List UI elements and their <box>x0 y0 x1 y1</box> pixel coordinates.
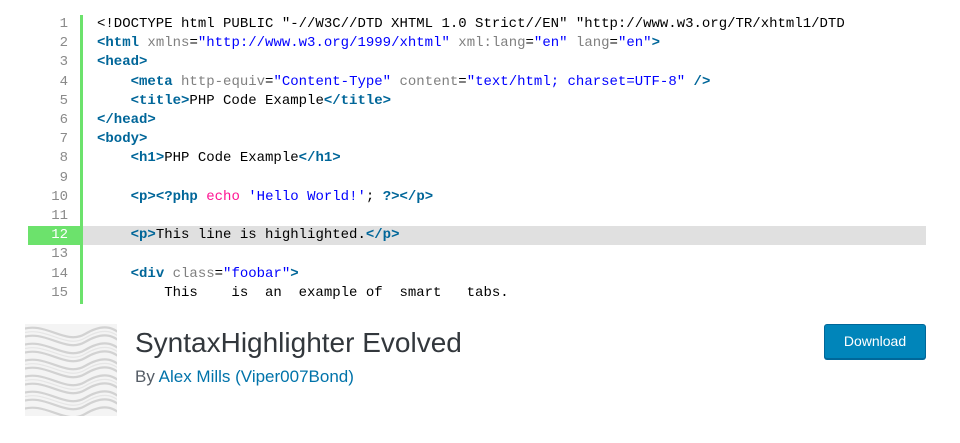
code-token: xml:lang <box>458 35 526 52</box>
code-token: <head> <box>97 54 148 71</box>
plugin-title: SyntaxHighlighter Evolved <box>135 327 462 358</box>
line-number: 13 <box>51 246 68 263</box>
code-token: <div <box>130 265 165 282</box>
code-line: <head> <box>83 53 926 72</box>
line-number: 12 <box>28 226 80 246</box>
code-token: content <box>399 73 459 90</box>
line-number: 15 <box>51 284 68 301</box>
code-token: <html <box>97 35 140 52</box>
code-line-highlighted: <p>This line is highlighted.</p> <box>83 226 926 246</box>
line-number: 6 <box>59 112 68 128</box>
line-number: 11 <box>51 208 68 224</box>
code-token: </title> <box>323 92 392 109</box>
plugin-icon <box>25 324 117 416</box>
code-line: This is an example of smart tabs. <box>83 284 926 303</box>
line-number-gutter: 1 2 3 4 5 6 7 8 9 10 11 12 13 14 15 <box>28 15 83 304</box>
code-lines: <!DOCTYPE html PUBLIC "-//W3C//DTD XHTML… <box>83 15 926 304</box>
code-token: PHP Code Example <box>164 150 299 167</box>
line-number: 4 <box>59 73 68 90</box>
code-token: = <box>214 265 224 282</box>
plugin-byline: By Alex Mills (Viper007Bond) <box>135 367 354 387</box>
line-number: 3 <box>59 54 68 71</box>
code-token: "http://www.w3.org/1999/xhtml" <box>197 35 450 52</box>
code-token: This line is highlighted. <box>155 227 366 244</box>
code-token: "text/html; charset=UTF-8" <box>466 73 686 90</box>
code-token: "en" <box>533 35 568 52</box>
download-button[interactable]: Download <box>824 324 926 359</box>
code-block: 1 2 3 4 5 6 7 8 9 10 11 12 13 14 15 <!DOCTYPE html PUB… <box>28 15 926 304</box>
code-token: PHP Code Example <box>189 92 324 109</box>
code-token: /> <box>693 73 711 90</box>
code-token: = <box>458 73 467 90</box>
code-token: <body> <box>97 131 148 148</box>
code-token: <!DOCTYPE html PUBLIC "-//W3C//DTD XHTML… <box>97 16 845 32</box>
wavy-lines-pattern-icon <box>25 324 117 416</box>
code-token: = <box>609 35 618 52</box>
code-token: lang <box>575 35 610 52</box>
code-line: <!DOCTYPE html PUBLIC "-//W3C//DTD XHTML… <box>83 15 926 34</box>
code-line: <body> <box>83 130 926 149</box>
code-token: </h1> <box>298 150 341 167</box>
code-token: class <box>172 265 215 282</box>
code-token: "Content-Type" <box>273 73 392 90</box>
code-token: This is an example of smart tabs. <box>97 284 509 301</box>
line-number: 1 <box>59 16 68 32</box>
code-line: </head> <box>83 111 926 130</box>
code-line: <html xmlns="http://www.w3.org/1999/xhtm… <box>83 34 926 53</box>
code-token: > <box>290 265 299 282</box>
code-token: <p> <box>130 227 156 244</box>
line-number: 8 <box>59 150 68 167</box>
line-number: 7 <box>59 131 68 148</box>
code-token: ?> <box>382 188 400 205</box>
code-token: </head> <box>97 112 156 128</box>
code-token: <h1> <box>130 150 165 167</box>
code-token: "en" <box>617 35 652 52</box>
code-line: <title>PHP Code Example</title> <box>83 92 926 111</box>
code-line: <div class="foobar"> <box>83 265 926 284</box>
code-token: = <box>189 35 198 52</box>
code-line: <h1>PHP Code Example</h1> <box>83 149 926 168</box>
code-token: <title> <box>130 92 190 109</box>
code-line: <p><?php echo 'Hello World!'; ?></p> <box>83 188 926 207</box>
code-token: > <box>651 35 660 52</box>
code-token: <meta <box>130 73 173 90</box>
code-token: ; <box>365 188 383 205</box>
code-token: xmlns <box>147 35 190 52</box>
code-token: "foobar" <box>223 265 291 282</box>
line-number: 14 <box>51 265 68 282</box>
code-token: echo <box>206 188 240 205</box>
line-number: 9 <box>59 169 68 186</box>
author-link[interactable]: Alex Mills (Viper007Bond) <box>159 367 354 386</box>
code-line: <meta http-equiv="Content-Type" content=… <box>83 73 926 92</box>
code-token: = <box>525 35 534 52</box>
code-token: <p> <box>130 188 156 205</box>
by-label: By <box>135 367 159 386</box>
line-number: 2 <box>59 35 68 52</box>
code-token: http-equiv <box>181 73 266 90</box>
line-number: 10 <box>51 188 68 205</box>
code-token: </p> <box>399 188 434 205</box>
plugin-header: SyntaxHighlighter Evolved By Alex Mills … <box>0 304 960 443</box>
code-token: </p> <box>365 227 400 244</box>
code-token: <?php <box>155 188 198 205</box>
line-number: 5 <box>59 92 68 109</box>
code-token: 'Hello World!' <box>248 188 366 205</box>
